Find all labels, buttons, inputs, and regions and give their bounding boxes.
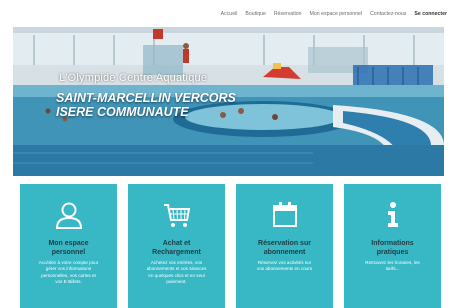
card-title-line: Rechargement: [152, 248, 201, 256]
nav-mon-espace[interactable]: Mon espace personnel: [310, 11, 363, 17]
card-desc-line: paiement.: [166, 279, 187, 285]
card-desc-line: vos E-Billets.: [55, 279, 82, 285]
card-desc-line: abonnements et vos séances: [146, 266, 207, 272]
main-menu: Accueil Boutique Réservation Mon espace …: [221, 11, 447, 17]
card-description: Accédez à votre compte pour gérer vos in…: [26, 260, 111, 286]
card-description: Achetez vos entrées, vos abonnements et …: [134, 260, 219, 286]
card-reservation[interactable]: Réservation sur abonnement Réservez vos …: [236, 184, 333, 308]
card-desc-line: vos abonnements en cours: [256, 266, 313, 272]
card-description: Réservez vos activités sur vos abonnemen…: [242, 260, 327, 273]
card-mon-espace[interactable]: Mon espace personnel Accédez à votre com…: [20, 184, 117, 308]
card-title-line: Informations: [371, 240, 414, 247]
card-title: Achat et Rechargement: [132, 240, 221, 257]
card-title: Mon espace personnel: [24, 240, 113, 257]
card-title: Réservation sur abonnement: [240, 240, 329, 257]
hero-title-line: ISERE COMMUNAUTE: [56, 105, 189, 119]
card-informations[interactable]: Informations pratiques Retrouvez les hor…: [344, 184, 441, 308]
card-title-line: Achat et: [162, 240, 191, 247]
card-achat[interactable]: Achat et Rechargement Achetez vos entrée…: [128, 184, 225, 308]
info-icon: [344, 199, 441, 231]
service-cards: Mon espace personnel Accédez à votre com…: [20, 184, 441, 308]
card-description: Retrouvez les horaires, les tarifs...: [350, 260, 435, 273]
card-title-line: Mon espace: [48, 240, 89, 247]
nav-contact[interactable]: Contactez-nous: [370, 11, 406, 17]
hero-subtitle: L'Olympide Centre Aquatique: [59, 72, 208, 84]
user-icon: [20, 199, 117, 231]
hero-title: SAINT-MARCELLIN VERCORS ISERE COMMUNAUTE: [56, 91, 236, 119]
shopping-cart-icon: [128, 199, 225, 231]
hero-title-line: SAINT-MARCELLIN VERCORS: [56, 91, 236, 105]
nav-boutique[interactable]: Boutique: [245, 11, 265, 17]
nav-reservation[interactable]: Réservation: [274, 11, 302, 17]
card-title-line: abonnement: [263, 248, 306, 256]
card-title-line: Réservation sur: [258, 240, 311, 247]
top-navigation-bar: Accueil Boutique Réservation Mon espace …: [0, 0, 457, 27]
hero-slider[interactable]: L'Olympide Centre Aquatique SAINT-MARCEL…: [13, 27, 444, 176]
calendar-icon: [236, 199, 333, 231]
card-desc-line: tarifs...: [385, 266, 400, 272]
card-title-line: pratiques: [376, 248, 409, 256]
card-title-line: personnel: [51, 248, 86, 256]
nav-accueil[interactable]: Accueil: [221, 11, 238, 17]
login-link[interactable]: Se connecter: [414, 11, 447, 17]
card-title: Informations pratiques: [348, 240, 437, 257]
